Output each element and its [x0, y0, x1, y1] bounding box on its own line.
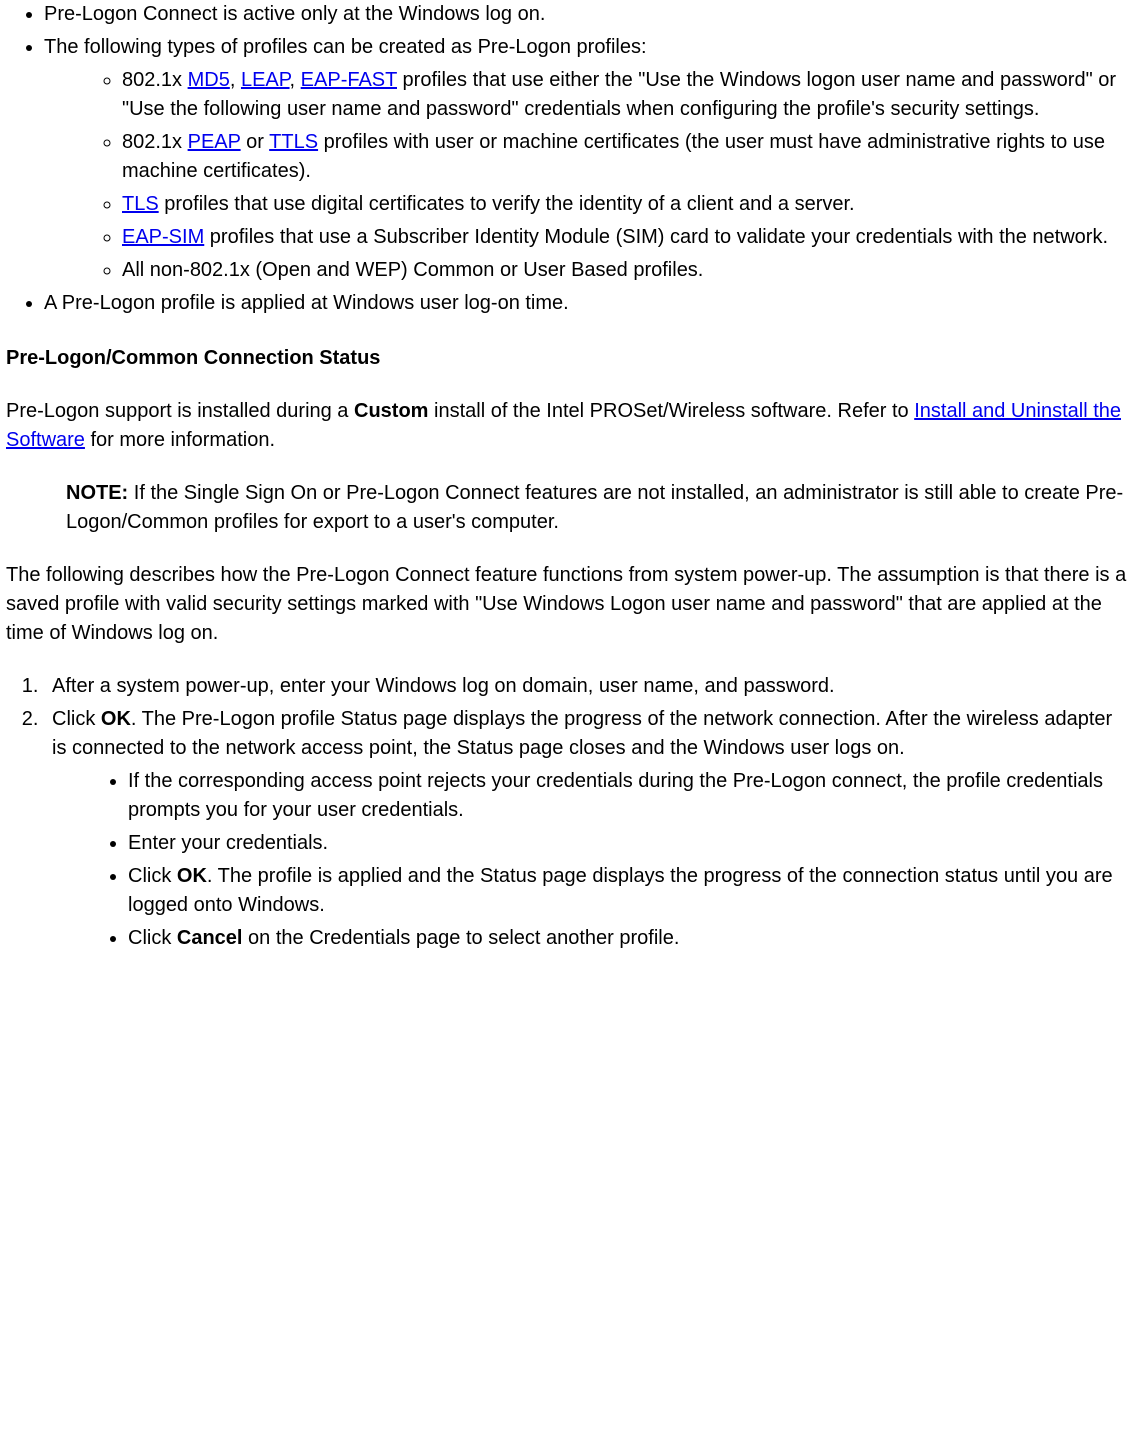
list-item: Enter your credentials.	[128, 829, 1127, 858]
text: Pre-Logon support is installed during a	[6, 400, 354, 422]
body-paragraph: Pre-Logon support is installed during a …	[6, 397, 1127, 455]
text: ,	[290, 69, 301, 91]
text: Click	[128, 865, 177, 887]
bold-text: Cancel	[177, 927, 243, 949]
top-bullet-list: Pre-Logon Connect is active only at the …	[6, 0, 1127, 318]
bold-text: OK	[177, 865, 207, 887]
nested-disc-list: If the corresponding access point reject…	[52, 767, 1127, 953]
bold-text: Custom	[354, 400, 428, 422]
text: After a system power-up, enter your Wind…	[52, 675, 835, 697]
nested-circle-list: 802.1x MD5, LEAP, EAP-FAST profiles that…	[44, 66, 1127, 285]
text: 802.1x	[122, 131, 188, 153]
text: Enter your credentials.	[128, 832, 328, 854]
step-item: After a system power-up, enter your Wind…	[44, 672, 1127, 701]
list-item: TLS profiles that use digital certificat…	[122, 190, 1127, 219]
text: The following types of profiles can be c…	[44, 36, 647, 58]
text: or	[241, 131, 270, 153]
text: All non-802.1x (Open and WEP) Common or …	[122, 259, 703, 281]
link-ttls[interactable]: TTLS	[269, 131, 318, 153]
text: . The profile is applied and the Status …	[128, 865, 1113, 916]
text: A Pre-Logon profile is applied at Window…	[44, 292, 569, 314]
list-item: Click Cancel on the Credentials page to …	[128, 924, 1127, 953]
link-leap[interactable]: LEAP	[241, 69, 290, 91]
link-eap-fast[interactable]: EAP-FAST	[301, 69, 397, 91]
list-item: 802.1x PEAP or TTLS profiles with user o…	[122, 128, 1127, 186]
text: profiles that use digital certificates t…	[159, 193, 855, 215]
link-eap-sim[interactable]: EAP-SIM	[122, 226, 204, 248]
document-page: Pre-Logon Connect is active only at the …	[0, 0, 1133, 987]
text: If the corresponding access point reject…	[128, 770, 1103, 821]
list-item: Pre-Logon Connect is active only at the …	[44, 0, 1127, 29]
ordered-steps: After a system power-up, enter your Wind…	[6, 672, 1127, 953]
text: on the Credentials page to select anothe…	[242, 927, 679, 949]
bold-text: OK	[101, 708, 131, 730]
link-md5[interactable]: MD5	[188, 69, 230, 91]
text: . The Pre-Logon profile Status page disp…	[52, 708, 1112, 759]
list-item: Click OK. The profile is applied and the…	[128, 862, 1127, 920]
list-item: A Pre-Logon profile is applied at Window…	[44, 289, 1127, 318]
text: install of the Intel PROSet/Wireless sof…	[428, 400, 914, 422]
list-item: 802.1x MD5, LEAP, EAP-FAST profiles that…	[122, 66, 1127, 124]
text: profiles that use a Subscriber Identity …	[204, 226, 1108, 248]
link-peap[interactable]: PEAP	[188, 131, 241, 153]
list-item: If the corresponding access point reject…	[128, 767, 1127, 825]
link-tls[interactable]: TLS	[122, 193, 159, 215]
body-paragraph: The following describes how the Pre-Logo…	[6, 561, 1127, 648]
text: Click	[52, 708, 101, 730]
text: Click	[128, 927, 177, 949]
step-item: Click OK. The Pre-Logon profile Status p…	[44, 705, 1127, 953]
text: ,	[230, 69, 241, 91]
text: Pre-Logon Connect is active only at the …	[44, 3, 545, 25]
text: 802.1x	[122, 69, 188, 91]
note-label: NOTE:	[66, 482, 128, 504]
list-item: The following types of profiles can be c…	[44, 33, 1127, 285]
list-item: All non-802.1x (Open and WEP) Common or …	[122, 256, 1127, 285]
note-text: If the Single Sign On or Pre-Logon Conne…	[66, 482, 1123, 533]
text: for more information.	[85, 429, 275, 451]
section-heading: Pre-Logon/Common Connection Status	[6, 344, 1127, 373]
list-item: EAP-SIM profiles that use a Subscriber I…	[122, 223, 1127, 252]
note-block: NOTE: If the Single Sign On or Pre-Logon…	[66, 479, 1127, 537]
